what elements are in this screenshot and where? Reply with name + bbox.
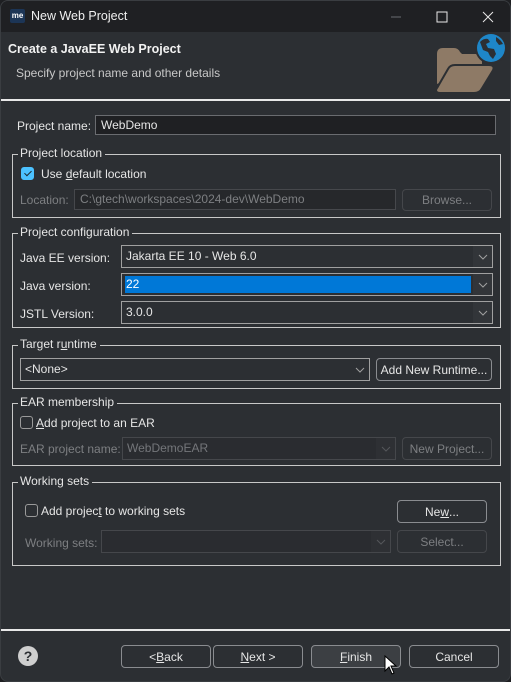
add-to-working-sets-checkbox[interactable] xyxy=(25,504,38,517)
wizard-header: Create a JavaEE Web Project Specify proj… xyxy=(1,32,510,99)
close-button[interactable] xyxy=(465,1,510,32)
working-sets-legend: Working sets xyxy=(18,474,93,488)
chevron-down-icon[interactable] xyxy=(473,246,492,267)
use-default-location-label[interactable]: Use default location xyxy=(41,167,146,181)
help-icon[interactable]: ? xyxy=(18,646,38,666)
ear-project-name-value: WebDemoEAR xyxy=(127,441,209,455)
next-button[interactable]: Next > xyxy=(213,645,303,668)
working-sets-select[interactable] xyxy=(101,530,391,553)
chevron-down-icon[interactable] xyxy=(473,274,492,295)
browse-button[interactable]: Browse... xyxy=(402,189,492,211)
web-project-folder-icon xyxy=(436,32,507,92)
page-title: Create a JavaEE Web Project xyxy=(8,42,181,56)
add-to-working-sets-label[interactable]: Add project to working sets xyxy=(41,504,185,518)
java-version-label: Java version: xyxy=(20,279,91,293)
minimize-button[interactable] xyxy=(373,1,419,32)
new-web-project-dialog: me New Web Project Create a JavaEE Web P… xyxy=(0,0,511,682)
javaee-version-value: Jakarta EE 10 - Web 6.0 xyxy=(126,249,257,263)
project-name-label: Project name: xyxy=(17,119,92,133)
maximize-button[interactable] xyxy=(419,1,465,32)
working-sets-value xyxy=(105,533,369,550)
back-button[interactable]: < Back xyxy=(121,645,211,668)
target-runtime-legend: Target runtime xyxy=(18,337,100,351)
project-configuration-legend: Project configuration xyxy=(18,225,133,239)
ear-project-name-label: EAR project name: xyxy=(20,442,121,456)
close-icon xyxy=(482,11,494,22)
add-to-ear-label[interactable]: Add project to an EAR xyxy=(36,416,155,430)
target-runtime-select[interactable]: <None> xyxy=(20,358,370,381)
add-new-runtime-button[interactable]: Add New Runtime... xyxy=(376,358,492,381)
mouse-cursor-icon xyxy=(384,655,398,675)
chevron-down-icon[interactable] xyxy=(473,302,492,323)
project-name-input[interactable]: WebDemo xyxy=(95,115,496,135)
location-label: Location: xyxy=(20,193,69,207)
add-to-ear-checkbox[interactable] xyxy=(20,416,33,429)
maximize-icon xyxy=(436,11,448,22)
javaee-version-label: Java EE version: xyxy=(20,251,111,265)
chevron-down-icon[interactable] xyxy=(350,359,369,380)
working-sets-group: Working sets xyxy=(12,474,501,566)
jstl-version-label: JSTL Version: xyxy=(20,307,95,321)
jstl-version-value: 3.0.0 xyxy=(126,305,153,319)
chevron-down-icon[interactable] xyxy=(376,438,395,459)
java-version-select[interactable]: 22 xyxy=(121,273,493,296)
chevron-down-icon[interactable] xyxy=(371,531,390,552)
cancel-button[interactable]: Cancel xyxy=(409,645,499,668)
java-version-value: 22 xyxy=(125,276,471,293)
ear-membership-legend: EAR membership xyxy=(18,395,118,409)
project-location-legend: Project location xyxy=(18,146,106,160)
app-logo-icon: me xyxy=(10,9,25,23)
footer-separator xyxy=(1,629,510,631)
jstl-version-select[interactable]: 3.0.0 xyxy=(121,301,493,324)
javaee-version-select[interactable]: Jakarta EE 10 - Web 6.0 xyxy=(121,245,493,268)
window-title: New Web Project xyxy=(31,9,128,23)
working-sets-label: Working sets: xyxy=(25,536,98,550)
minimize-icon xyxy=(391,16,401,17)
new-working-set-button[interactable]: Ne w... xyxy=(397,500,487,523)
select-working-sets-button[interactable]: Select... xyxy=(397,530,487,553)
new-ear-project-button[interactable]: New Project... xyxy=(402,437,492,460)
ear-project-name-select[interactable]: WebDemoEAR xyxy=(122,437,396,460)
title-bar: me New Web Project xyxy=(1,1,510,32)
page-subtitle: Specify project name and other details xyxy=(16,66,221,80)
header-separator xyxy=(1,99,510,101)
use-default-location-checkbox[interactable] xyxy=(21,167,34,180)
target-runtime-value: <None> xyxy=(25,362,68,376)
location-input[interactable]: C:\gtech\workspaces\2024-dev\WebDemo xyxy=(74,189,396,210)
